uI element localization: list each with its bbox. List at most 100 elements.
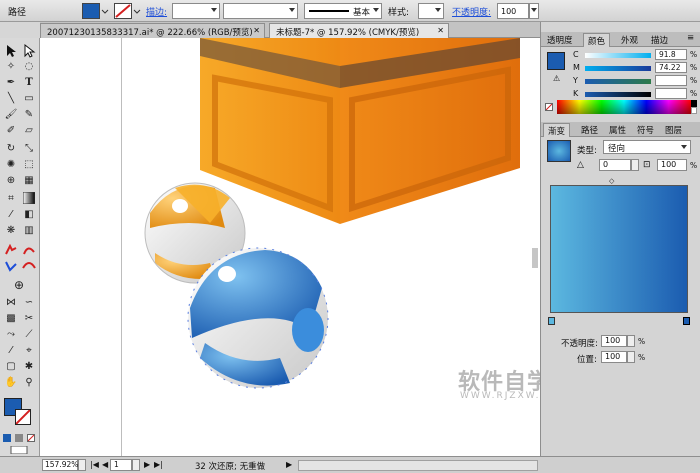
channel-k-slider[interactable] [585,92,651,97]
gradient-preview-swatch[interactable] [547,140,571,162]
blend-tool-icon[interactable]: ◧ [21,208,37,222]
screen-mode-icon[interactable] [3,445,35,455]
mesh-grid-tool-icon[interactable]: ▩ [3,312,19,326]
eraser-tool-icon[interactable]: ▱ [21,124,37,138]
channel-m-value[interactable]: 74.22 [655,62,687,73]
opacity-dropdown[interactable] [529,3,539,19]
previous-artboard-icon[interactable]: ◀ [102,460,108,469]
aspect-ratio-input[interactable]: 100 [657,159,687,171]
paintbrush-tool-icon[interactable]: 🖌 [3,108,19,122]
artboard-dropdown[interactable] [132,459,140,471]
none-color-icon[interactable] [545,103,553,111]
channel-m-slider[interactable] [585,66,651,71]
stop-position-dropdown[interactable] [627,351,635,363]
stop-position-input[interactable]: 100 [601,351,627,363]
tab-layers[interactable]: 图层 [661,123,686,137]
direct-selection-tool-icon[interactable] [21,43,37,58]
opacity-link[interactable]: 不透明度: [452,5,491,18]
stroke-none-swatch[interactable] [114,3,132,19]
smooth-tool-icon[interactable]: ⤳ [3,328,19,342]
rectangle-tool-icon[interactable]: ▭ [21,92,37,106]
midpoint-diamond-icon[interactable]: ◇ [609,177,614,185]
tab-gradient[interactable]: 渐变 [543,123,571,137]
zoom-tool-icon[interactable]: ⚲ [21,376,37,390]
color-spectrum-bar[interactable] [557,100,691,114]
reflect-tool-icon[interactable]: ∽ [21,296,37,310]
graphic-style-dropdown[interactable] [418,3,444,19]
close-icon[interactable]: ✕ [437,26,444,35]
zoom-dropdown[interactable] [78,459,86,471]
channel-y-value[interactable] [655,75,687,86]
knife-tool-icon[interactable]: ⁄ [3,344,19,358]
rotate-tool-icon[interactable]: ↻ [3,142,19,156]
stroke-weight-field[interactable] [172,3,220,19]
symbol-sprayer-tool-icon[interactable]: ❋ [3,224,19,238]
measure-tool-icon[interactable]: ⟋ [21,328,37,342]
status-menu-icon[interactable]: ▶ [286,460,292,469]
shape-builder-tool-icon[interactable]: ⊕ [3,174,19,188]
channel-c[interactable]: C 91.8 % [573,49,698,60]
channel-y-slider[interactable] [585,79,651,84]
stop-opacity-dropdown[interactable] [627,335,635,347]
angle-dropdown[interactable] [631,159,639,171]
artboard-tool-icon[interactable]: ⊕ [11,278,27,292]
mesh-tool-icon[interactable]: ⌗ [3,192,19,206]
vertical-scrollbar-thumb[interactable] [532,248,538,268]
crop-tool-icon[interactable]: ⌖ [21,344,37,358]
horizontal-scrollbar[interactable] [298,460,538,471]
canvas[interactable]: 软件自学网 WWW.RJZXW.COM [40,38,540,456]
panel-menu-icon[interactable]: ≡ [683,32,698,46]
width-tool-icon[interactable] [21,260,37,274]
angle-input[interactable]: 0 [599,159,631,171]
artboard-number-field[interactable]: 1 [110,459,132,471]
channel-c-value[interactable]: 91.8 [655,49,687,60]
channel-k[interactable]: K % [573,88,698,99]
fill-dropdown-chevron-icon[interactable] [101,3,109,19]
gradient-stop-end[interactable] [683,317,690,325]
next-artboard-icon[interactable]: ▶ [144,460,150,469]
perspective-grid-tool-icon[interactable]: ▦ [21,174,37,188]
last-artboard-icon[interactable]: ▶| [154,460,163,469]
warp-tool-icon[interactable]: ✺ [3,158,19,172]
color-fill-swatch[interactable] [547,52,565,70]
magic-wand-tool-icon[interactable]: ✧ [3,60,19,74]
pencil-tool-icon[interactable]: ✎ [21,108,37,122]
line-segment-tool-icon[interactable]: ╲ [3,92,19,106]
tab-symbols[interactable]: 符号 [633,123,658,137]
white-swatch[interactable] [691,107,697,114]
zoom-field[interactable]: 157.92% [42,459,78,471]
bloat-tool-icon[interactable]: ✱ [21,360,37,374]
gradient-stop-start[interactable] [548,317,555,325]
gradient-tool-icon[interactable] [21,191,37,206]
channel-k-value[interactable] [655,88,687,99]
lasso-tool-icon[interactable]: ◌ [21,60,37,74]
tab-color[interactable]: 颜色 [583,33,611,47]
close-icon[interactable]: ✕ [253,26,260,35]
gradient-slider-preview[interactable] [550,185,688,313]
gradient-type-dropdown[interactable]: 径向 [603,140,691,154]
stop-opacity-input[interactable]: 100 [601,335,627,347]
column-graph-tool-icon[interactable]: ▥ [21,224,37,238]
blob-brush-tool-icon[interactable]: ✐ [3,124,19,138]
stroke-swatch[interactable] [15,409,31,425]
tab-transparency[interactable]: 透明度 [543,33,577,47]
scissors-tool-icon[interactable]: ✂ [21,312,37,326]
gradient-mode-icon[interactable] [15,434,23,442]
fill-color-swatch[interactable] [82,3,100,19]
free-transform-tool-icon[interactable]: ⬚ [21,158,37,172]
channel-c-slider[interactable] [585,53,651,58]
eyedropper-tool-icon[interactable]: ⁄ [3,208,19,222]
tab-attributes[interactable]: 属性 [605,123,630,137]
opacity-input[interactable]: 100 [497,3,529,19]
stroke-link[interactable]: 描边: [146,5,167,18]
color-mode-icon[interactable] [3,434,11,442]
type-tool-icon[interactable]: T [21,76,37,90]
hand-tool-icon[interactable]: ✋ [3,376,19,390]
tab-pathfinder[interactable]: 路径 [577,123,602,137]
first-artboard-icon[interactable]: |◀ [90,460,99,469]
stroke-dropdown-chevron-icon[interactable] [133,3,141,19]
variable-width-dropdown[interactable] [223,3,298,19]
tab-stroke[interactable]: 描边 [647,33,672,47]
scale-tool-icon[interactable]: ⤡ [21,142,37,156]
live-paint-bucket-icon[interactable] [3,243,19,258]
